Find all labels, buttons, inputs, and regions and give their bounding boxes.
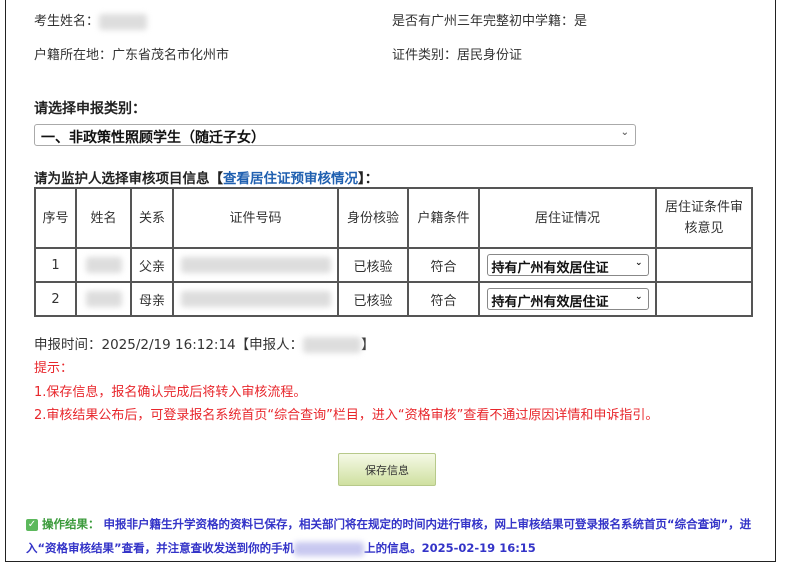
permit-selected: 持有广州有效居住证 [491,261,609,276]
row-hukou: 符合 [407,281,480,317]
result-label: 操作结果： [42,517,100,531]
row-verify: 已核验 [337,247,409,283]
redacted-id [180,257,331,273]
row-no: 2 [34,281,77,317]
table-header: 序号 姓名 关系 证件号码 身份核验 户籍条件 居住证情况 居住证条件审核意见 [34,187,753,249]
row-opinion [655,281,753,317]
save-button[interactable]: 保存信息 [338,453,436,486]
category-selected: 一、非政策性照顾学生（随迁子女） [41,130,265,146]
header-opinion: 居住证条件审核意见 [655,187,753,249]
submit-time: 申报时间：2025/2/19 16:12:14【申报人： 】 [34,333,375,353]
category-select[interactable]: 一、非政策性照顾学生（随迁子女） ⌄ [34,124,636,146]
table-row: 2 母亲 已核验 符合 持有广州有效居住证 ⌄ [34,281,753,317]
header-permit: 居住证情况 [478,187,657,249]
row-name [75,281,132,317]
table-row: 1 父亲 已核验 符合 持有广州有效居住证 ⌄ [34,247,753,283]
redacted-name [85,291,122,307]
view-permit-precheck-link[interactable]: 查看居住证预审核情况 [223,171,358,187]
permit-select[interactable]: 持有广州有效居住证 ⌄ [486,254,649,276]
tip-item: 1.保存信息，报名确认完成后将转入审核流程。 [34,385,307,400]
redacted-submitter [303,337,362,353]
operation-result: ✓ 操作结果： 申报非户籍生升学资格的资料已保存，相关部门将在规定的时间内进行审… [26,512,761,560]
row-permit: 持有广州有效居住证 ⌄ [478,247,657,283]
header-no: 序号 [34,187,77,249]
redacted-phone [294,541,365,556]
row-relation: 母亲 [130,281,174,317]
checkmark-icon: ✓ [26,518,38,531]
row-id [172,281,339,317]
redacted-id [180,291,331,307]
header-name: 姓名 [75,187,132,249]
row-verify: 已核验 [337,281,409,317]
chevron-down-icon: ⌄ [634,258,643,268]
row-id [172,247,339,283]
guardian-label: 请为监护人选择审核项目信息【查看居住证预审核情况】： [34,167,378,187]
row-relation: 父亲 [130,247,174,283]
id-type: 证件类别：居民身份证 [392,48,523,63]
row-hukou: 符合 [407,247,480,283]
submit-close: 】 [361,337,375,353]
guardian-label-suffix: 】： [358,171,379,187]
result-text-end: 上的信息。2025-02-19 16:15 [364,541,536,555]
row-name [75,247,132,283]
middle-school-status: 是否有广州三年完整初中学籍：是 [392,14,588,29]
permit-selected: 持有广州有效居住证 [491,295,609,310]
category-label: 请选择申报类别： [34,101,146,117]
guardian-table: 序号 姓名 关系 证件号码 身份核验 户籍条件 居住证情况 居住证条件审核意见 … [34,187,753,317]
permit-select[interactable]: 持有广州有效居住证 ⌄ [486,288,649,310]
name-label: 考生姓名： [34,14,100,29]
redacted-name [99,13,148,30]
row-opinion [655,247,753,283]
tip-item: 2.审核结果公布后，可登录报名系统首页“综合查询”栏目，进入“资格审核”查看不通… [34,408,659,423]
hukou-location: 户籍所在地：广东省茂名市化州市 [34,48,230,63]
row-permit: 持有广州有效居住证 ⌄ [478,281,657,317]
tips-title: 提示： [34,361,74,376]
chevron-down-icon: ⌄ [634,292,643,302]
guardian-label-prefix: 请为监护人选择审核项目信息【 [34,171,223,187]
chevron-down-icon: ⌄ [620,127,629,138]
header-relation: 关系 [130,187,174,249]
header-hukou: 户籍条件 [407,187,480,249]
student-name: 考生姓名： [34,10,148,30]
header-id: 证件号码 [172,187,339,249]
submit-time-text: 申报时间：2025/2/19 16:12:14【申报人： [34,337,304,353]
header-verify: 身份核验 [337,187,409,249]
redacted-name [85,257,122,273]
row-no: 1 [34,247,77,283]
